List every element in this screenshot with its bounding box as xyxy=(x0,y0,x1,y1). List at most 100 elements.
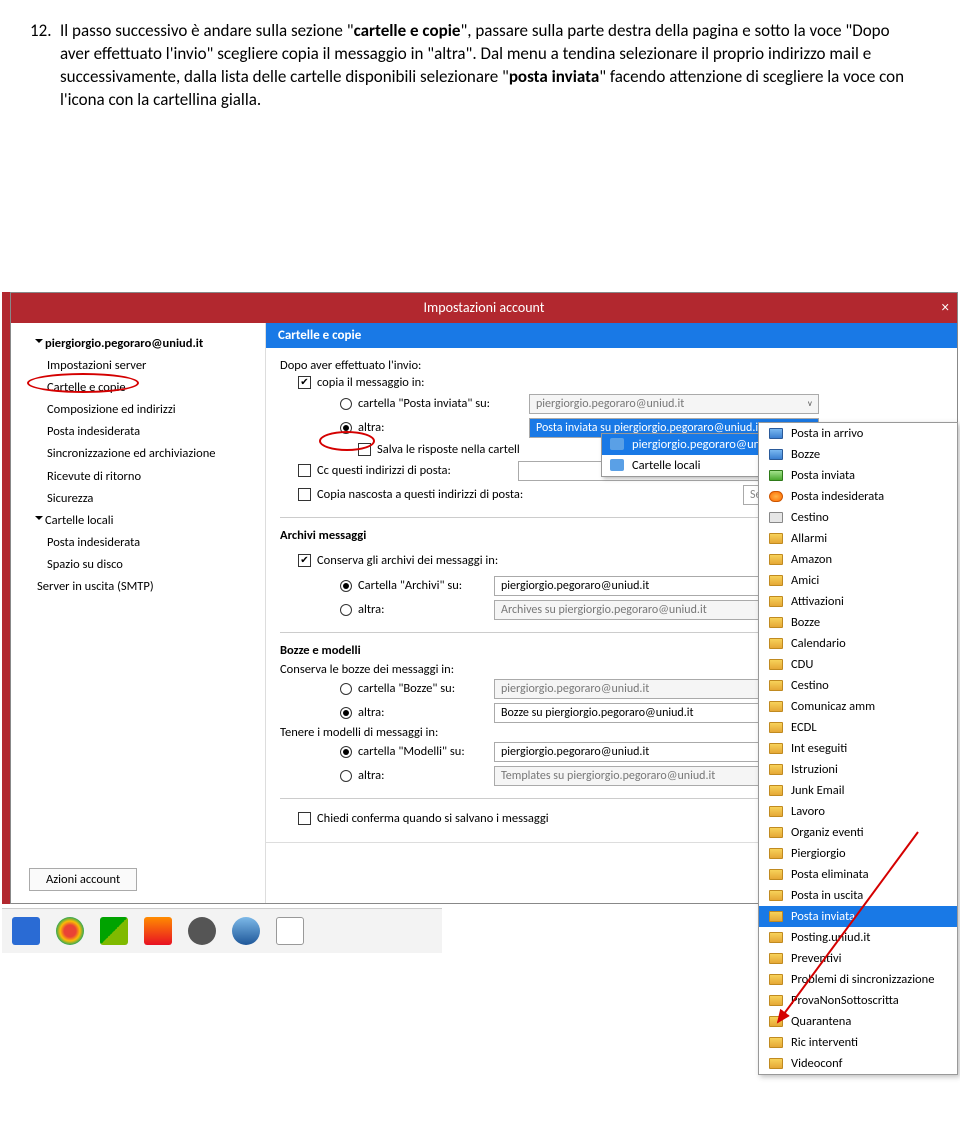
lync-icon[interactable] xyxy=(12,917,40,945)
sidebar-item[interactable]: Sincronizzazione ed archiviazione xyxy=(19,443,257,465)
folder-label: Organiz eventi xyxy=(791,825,864,840)
save-replies-checkbox[interactable] xyxy=(358,443,371,456)
folder-menu-item[interactable]: Problemi di sincronizzazione xyxy=(759,969,957,990)
folder-menu-item[interactable]: Posta in arrivo xyxy=(759,423,957,444)
folder-menu-item[interactable]: Preventivi xyxy=(759,948,957,969)
folder-menu-item[interactable]: Lavoro xyxy=(759,801,957,822)
folder-menu-item[interactable]: Posta inviata xyxy=(759,906,957,927)
templates-select[interactable]: piergiorgio.pegoraro@uniud.itv xyxy=(494,742,784,762)
folder-label: Istruzioni xyxy=(791,762,838,777)
folder-icon xyxy=(769,1058,783,1069)
folder-menu-item[interactable]: Cestino xyxy=(759,507,957,528)
mail-icon xyxy=(610,438,624,450)
sidebar-item[interactable]: Impostazioni server xyxy=(19,355,257,377)
folder-menu-item[interactable]: ProvaNonSottoscritta xyxy=(759,990,957,1011)
folder-menu-item[interactable]: Ric interventi xyxy=(759,1032,957,1053)
folder-menu-item[interactable]: CDU xyxy=(759,654,957,675)
folder-menu-item[interactable]: Organiz eventi xyxy=(759,822,957,843)
sidebar-item[interactable]: Posta indesiderata xyxy=(19,532,257,554)
lock-icon[interactable] xyxy=(188,917,216,945)
folder-label: Amici xyxy=(791,573,819,588)
archive-other-radio[interactable] xyxy=(340,604,352,616)
folder-label: Calendario xyxy=(791,636,846,651)
folder-menu-item[interactable]: Posta indesiderata xyxy=(759,486,957,507)
folder-icon xyxy=(769,470,783,481)
folder-menu-item[interactable]: Allarmi xyxy=(759,528,957,549)
templates-radio[interactable] xyxy=(340,746,352,758)
folder-menu-item[interactable]: Videoconf xyxy=(759,1053,957,1074)
office-icon[interactable] xyxy=(144,917,172,945)
sidebar-item[interactable]: Posta indesiderata xyxy=(19,421,257,443)
folder-menu-item[interactable]: Int eseguiti xyxy=(759,738,957,759)
folder-menu-item[interactable]: Junk Email xyxy=(759,780,957,801)
folder-menu-item[interactable]: Bozze xyxy=(759,612,957,633)
store-icon[interactable] xyxy=(100,917,128,945)
sidebar-item[interactable]: Spazio su disco xyxy=(19,554,257,576)
other-label: altra: xyxy=(358,768,488,783)
triangle-icon xyxy=(35,339,43,343)
folder-menu-item[interactable]: Istruzioni xyxy=(759,759,957,780)
account-actions-button[interactable]: Azioni account xyxy=(29,868,137,891)
folder-menu-item[interactable]: Amici xyxy=(759,570,957,591)
drafts-other-select[interactable]: Bozze su piergiorgio.pegoraro@uniud.itv xyxy=(494,703,784,723)
account-node[interactable]: piergiorgio.pegoraro@uniud.it xyxy=(19,333,257,355)
sidebar-item[interactable]: Composizione ed indirizzi xyxy=(19,399,257,421)
folder-menu-item[interactable]: Posting.uniud.it xyxy=(759,927,957,948)
folder-menu-item[interactable]: Posta eliminata xyxy=(759,864,957,885)
sent-radio[interactable] xyxy=(340,398,352,410)
other-label: altra: xyxy=(358,705,488,720)
copy-checkbox[interactable]: ✔ xyxy=(298,376,311,389)
folder-menu-item[interactable]: Posta inviata xyxy=(759,465,957,486)
keep-archive-checkbox[interactable]: ✔ xyxy=(298,554,311,567)
bcc-checkbox[interactable] xyxy=(298,488,311,501)
folder-menu-item[interactable]: Calendario xyxy=(759,633,957,654)
folder-icon xyxy=(769,869,783,880)
folder-icon xyxy=(769,911,783,922)
drafts-other-radio[interactable] xyxy=(340,707,352,719)
folder-menu-item[interactable]: Cestino xyxy=(759,675,957,696)
folder-menu-item[interactable]: Comunicaz amm xyxy=(759,696,957,717)
instruction-text: 12. Il passo successivo è andare sulla s… xyxy=(60,20,920,112)
drafts-select[interactable]: piergiorgio.pegoraro@uniud.itv xyxy=(494,679,784,699)
sidebar-item-cartelle[interactable]: Cartelle e copie xyxy=(19,377,257,399)
folder-menu-item[interactable]: Amazon xyxy=(759,549,957,570)
keep-archive-label: Conserva gli archivi dei messaggi in: xyxy=(317,553,498,568)
thunderbird-icon[interactable] xyxy=(232,917,260,945)
drafts-radio[interactable] xyxy=(340,683,352,695)
folder-icon xyxy=(769,743,783,754)
step-number: 12. xyxy=(30,20,52,43)
folder-icon xyxy=(769,575,783,586)
folder-menu-item[interactable]: Piergiorgio xyxy=(759,843,957,864)
folder-menu-item[interactable]: Attivazioni xyxy=(759,591,957,612)
folder-menu-item[interactable]: ECDL xyxy=(759,717,957,738)
close-icon[interactable]: × xyxy=(942,299,949,317)
sidebar-item[interactable]: Sicurezza xyxy=(19,488,257,510)
folder-icon xyxy=(769,491,783,502)
instr-part: Il passo successivo è andare sulla sezio… xyxy=(60,20,354,41)
cc-checkbox[interactable] xyxy=(298,464,311,477)
folder-menu-item[interactable]: Bozze xyxy=(759,444,957,465)
smtp-item[interactable]: Server in uscita (SMTP) xyxy=(19,576,257,598)
archive-radio[interactable] xyxy=(340,580,352,592)
chrome-icon[interactable] xyxy=(56,917,84,945)
folder-label: Ric interventi xyxy=(791,1035,858,1050)
templates-other-select[interactable]: Templates su piergiorgio.pegoraro@uniud.… xyxy=(494,766,784,786)
app-icon[interactable] xyxy=(276,917,304,945)
account-email: piergiorgio.pegoraro@uniud.it xyxy=(45,336,203,351)
sidebar-item[interactable]: Ricevute di ritorno xyxy=(19,466,257,488)
folder-label: Preventivi xyxy=(791,951,841,966)
folder-menu-item[interactable]: Quarantena xyxy=(759,1011,957,1032)
folder-label: Comunicaz amm xyxy=(791,699,875,714)
folder-icon xyxy=(769,974,783,985)
folder-icon xyxy=(769,932,783,943)
templates-other-radio[interactable] xyxy=(340,770,352,782)
other-radio[interactable] xyxy=(340,422,352,434)
archive-select[interactable]: piergiorgio.pegoraro@uniud.itv xyxy=(494,576,784,596)
folder-icon xyxy=(769,533,783,544)
archive-other-select[interactable]: Archives su piergiorgio.pegoraro@uniud.i… xyxy=(494,600,784,620)
sent-select[interactable]: piergiorgio.pegoraro@uniud.itv xyxy=(529,394,819,414)
local-folders-node[interactable]: Cartelle locali xyxy=(19,510,257,532)
folder-menu-item[interactable]: Posta in uscita xyxy=(759,885,957,906)
folder-icon xyxy=(769,806,783,817)
confirm-checkbox[interactable] xyxy=(298,812,311,825)
